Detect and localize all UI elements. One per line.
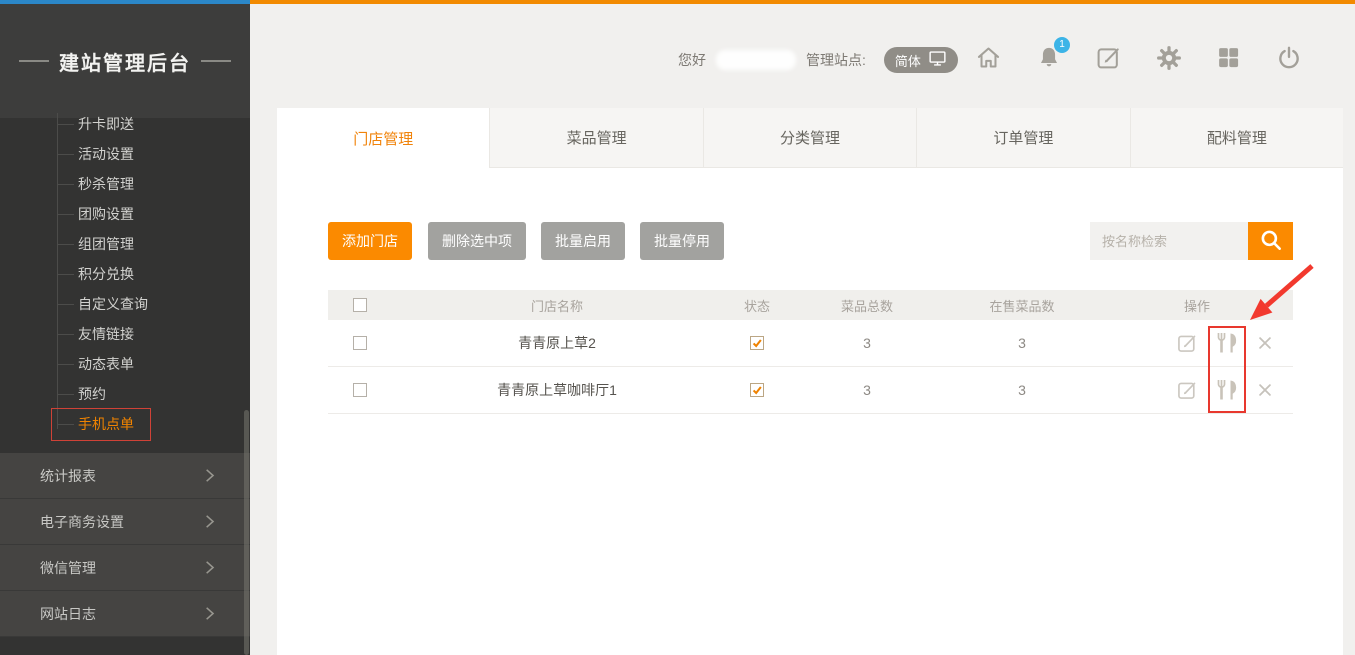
column-store-name: 门店名称: [392, 296, 722, 315]
search-input[interactable]: [1090, 222, 1248, 260]
sidebar-item-activity-settings[interactable]: 活动设置: [0, 139, 250, 169]
notification-badge: 1: [1054, 37, 1070, 53]
select-all-checkbox[interactable]: [353, 298, 367, 312]
row-select-checkbox[interactable]: [353, 383, 367, 397]
header-icon-bar: 1: [975, 44, 1302, 71]
greeting-text: 您好: [678, 50, 706, 70]
status-checkbox-checked[interactable]: [750, 383, 764, 397]
section-label: 电子商务设置: [40, 512, 124, 532]
tab-store-management[interactable]: 门店管理: [277, 108, 489, 168]
app-title: 建站管理后台: [59, 47, 191, 76]
red-annotation-rectangle: [1208, 326, 1246, 413]
tab-category-management[interactable]: 分类管理: [703, 108, 916, 168]
language-site-pill[interactable]: 简体: [884, 47, 958, 73]
sidebar-item-flash-sale[interactable]: 秒杀管理: [0, 169, 250, 199]
sidebar-section-ecommerce-settings[interactable]: 电子商务设置: [0, 499, 250, 545]
close-icon[interactable]: [1256, 334, 1274, 352]
red-annotation-arrow: [1242, 258, 1322, 328]
main-area: 您好 管理站点: 简体 1: [250, 4, 1355, 655]
add-store-button[interactable]: 添加门店: [328, 222, 412, 260]
tab-ingredient-management[interactable]: 配料管理: [1130, 108, 1343, 168]
title-dash-left: [19, 60, 49, 62]
close-icon[interactable]: [1256, 381, 1274, 399]
sidebar-title: 建站管理后台: [0, 4, 250, 118]
edit-icon[interactable]: [1095, 44, 1122, 71]
sidebar-sections: 统计报表 电子商务设置 微信管理 网站日志: [0, 453, 250, 637]
table-header-row: 门店名称 状态 菜品总数 在售菜品数 操作: [328, 290, 1293, 320]
stores-table: 门店名称 状态 菜品总数 在售菜品数 操作 青青原上草2 3 3: [328, 290, 1293, 414]
grid-icon[interactable]: [1215, 44, 1242, 71]
dish-onsale: 3: [942, 382, 1102, 398]
sidebar-item-points-exchange[interactable]: 积分兑换: [0, 259, 250, 289]
sidebar-scrollbar-thumb[interactable]: [244, 410, 249, 655]
content-panel: 门店管理 菜品管理 分类管理 订单管理 配料管理 添加门店 删除选中项 批量启用…: [277, 108, 1343, 655]
dish-onsale: 3: [942, 335, 1102, 351]
tab-dish-management[interactable]: 菜品管理: [489, 108, 702, 168]
chevron-right-icon: [201, 513, 218, 533]
edit-icon[interactable]: [1176, 379, 1198, 401]
redacted-username: [716, 50, 796, 70]
gear-icon[interactable]: [1155, 44, 1182, 71]
sidebar-item-reservation[interactable]: 预约: [0, 379, 250, 409]
edit-icon[interactable]: [1176, 332, 1198, 354]
sidebar-item-upgrade-card-gift[interactable]: 升卡即送: [0, 109, 250, 139]
chevron-right-icon: [201, 467, 218, 487]
search-button[interactable]: [1248, 222, 1293, 260]
chevron-right-icon: [201, 605, 218, 625]
section-label: 微信管理: [40, 558, 96, 578]
toolbar: 添加门店 删除选中项 批量启用 批量停用: [328, 222, 1293, 260]
table-row: 青青原上草2 3 3: [328, 320, 1293, 367]
tab-bar: 门店管理 菜品管理 分类管理 订单管理 配料管理: [277, 108, 1343, 168]
language-label: 简体: [895, 51, 921, 70]
monitor-icon: [928, 50, 947, 70]
sidebar-section-site-logs[interactable]: 网站日志: [0, 591, 250, 637]
active-item-red-annotation-box: [51, 408, 151, 441]
dish-total: 3: [792, 382, 942, 398]
status-checkbox-checked[interactable]: [750, 336, 764, 350]
chevron-right-icon: [201, 559, 218, 579]
sidebar-item-dynamic-forms[interactable]: 动态表单: [0, 349, 250, 379]
store-name: 青青原上草2: [392, 333, 722, 353]
home-icon[interactable]: [975, 44, 1002, 71]
delete-selected-button[interactable]: 删除选中项: [428, 222, 526, 260]
dish-total: 3: [792, 335, 942, 351]
site-label: 管理站点:: [806, 50, 866, 70]
sidebar-submenu: 升卡即送 活动设置 秒杀管理 团购设置 组团管理 积分兑换 自定义查询 友情链接…: [0, 109, 250, 439]
batch-enable-button[interactable]: 批量启用: [541, 222, 625, 260]
row-select-checkbox[interactable]: [353, 336, 367, 350]
column-dish-total: 菜品总数: [792, 296, 942, 315]
table-row: 青青原上草咖啡厅1 3 3: [328, 367, 1293, 414]
sidebar-item-group-buy[interactable]: 团购设置: [0, 199, 250, 229]
section-label: 统计报表: [40, 466, 96, 486]
header-greeting: 您好 管理站点: 简体: [678, 46, 958, 74]
sidebar: 建站管理后台 升卡即送 活动设置 秒杀管理 团购设置 组团管理 积分兑换 自定义…: [0, 4, 250, 655]
batch-disable-button[interactable]: 批量停用: [640, 222, 724, 260]
section-label: 网站日志: [40, 604, 96, 624]
sidebar-item-friend-links[interactable]: 友情链接: [0, 319, 250, 349]
sidebar-item-group-management[interactable]: 组团管理: [0, 229, 250, 259]
sidebar-item-custom-query[interactable]: 自定义查询: [0, 289, 250, 319]
store-name: 青青原上草咖啡厅1: [392, 380, 722, 400]
power-icon[interactable]: [1275, 44, 1302, 71]
column-dish-onsale: 在售菜品数: [942, 296, 1102, 315]
admin-backend-page: 建站管理后台 升卡即送 活动设置 秒杀管理 团购设置 组团管理 积分兑换 自定义…: [0, 0, 1355, 655]
magnifier-icon: [1258, 227, 1284, 256]
column-status: 状态: [722, 296, 792, 315]
title-dash-right: [201, 60, 231, 62]
tab-order-management[interactable]: 订单管理: [916, 108, 1129, 168]
bell-icon[interactable]: 1: [1035, 44, 1062, 71]
sidebar-section-wechat-management[interactable]: 微信管理: [0, 545, 250, 591]
search-box: [1090, 222, 1293, 260]
sidebar-section-statistics-reports[interactable]: 统计报表: [0, 453, 250, 499]
